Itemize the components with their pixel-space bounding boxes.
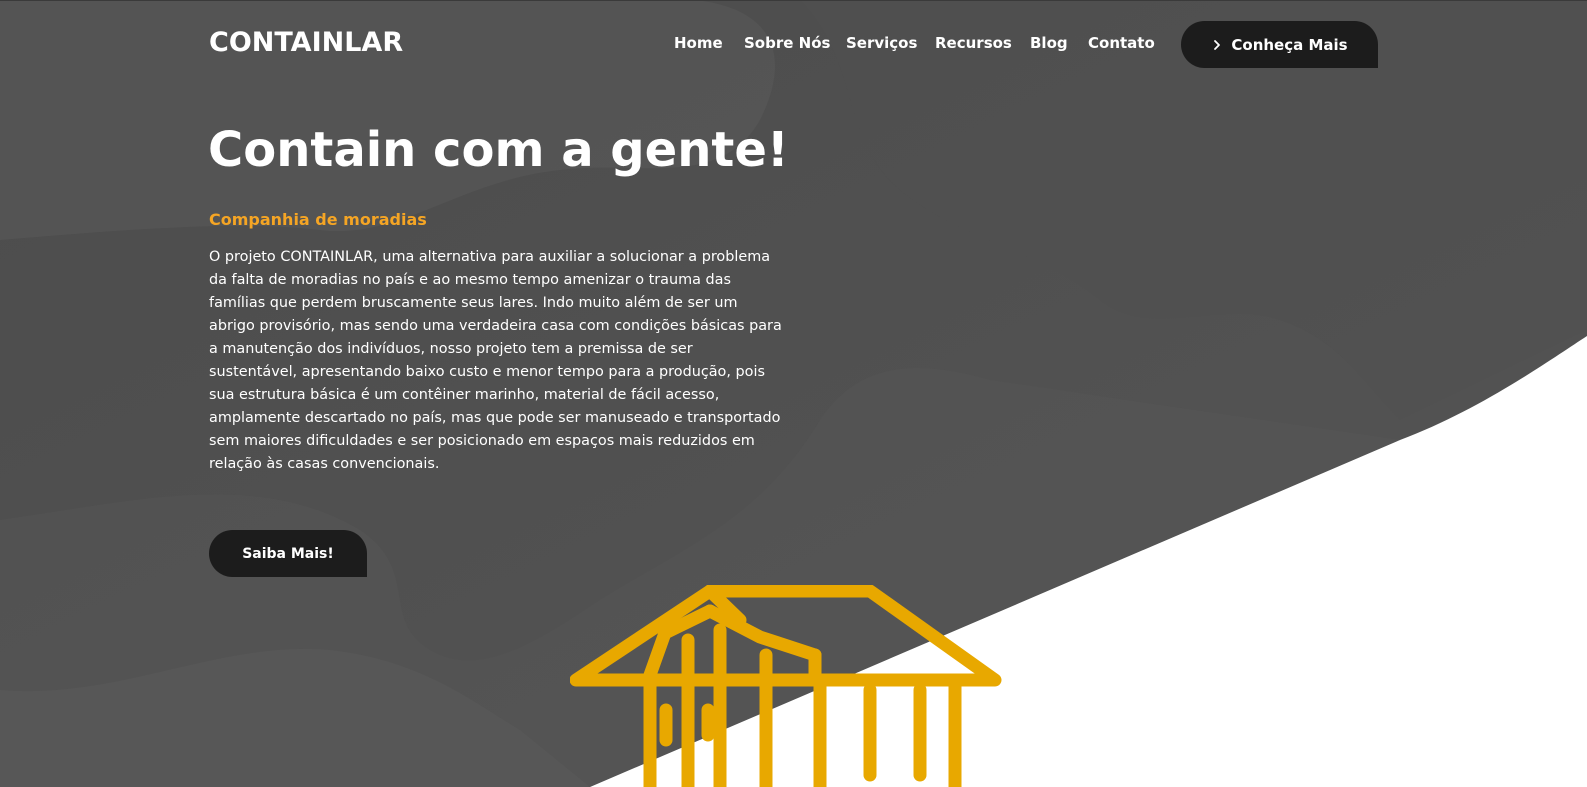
hero-description: O projeto CONTAINLAR, uma alternativa pa… [209, 249, 782, 472]
nav-contato[interactable]: Contato [1088, 34, 1155, 52]
logo[interactable]: CONTAINLAR [209, 27, 403, 58]
nav-home[interactable]: Home [674, 34, 723, 52]
hero-title: Contain com a gente! [208, 122, 789, 178]
chevron-right-icon [1214, 39, 1221, 50]
conheca-mais-button[interactable]: Conheça Mais [1181, 21, 1378, 68]
house-container-icon [570, 585, 1002, 787]
site-header: CONTAINLAR Home Sobre Nós Serviços Recur… [0, 0, 1587, 90]
nav-recursos[interactable]: Recursos [935, 34, 1012, 52]
saiba-mais-button[interactable]: Saiba Mais! [209, 530, 367, 577]
page: CONTAINLAR Home Sobre Nós Serviços Recur… [0, 0, 1587, 787]
nav-servicos[interactable]: Serviços [846, 34, 917, 52]
nav-sobre-nos[interactable]: Sobre Nós [744, 34, 830, 52]
conheca-mais-label: Conheça Mais [1231, 35, 1348, 54]
hero-subtitle: Companhia de moradias [209, 210, 427, 229]
nav-blog[interactable]: Blog [1030, 34, 1068, 52]
